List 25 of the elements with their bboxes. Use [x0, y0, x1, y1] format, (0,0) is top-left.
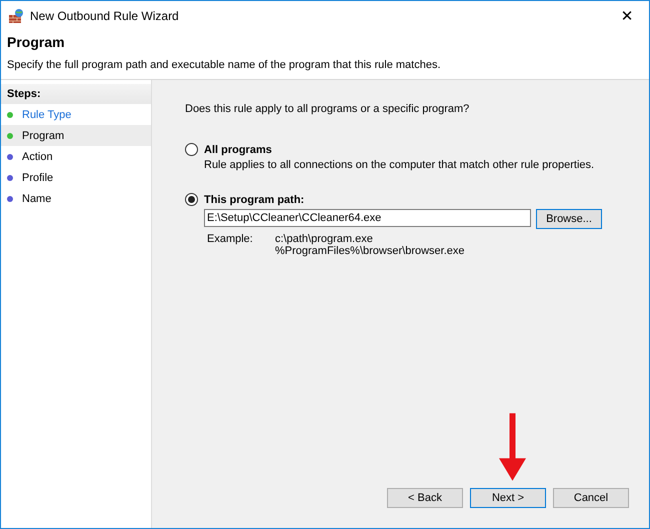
wizard-button[interactable]: Next > — [470, 488, 546, 508]
browse-button[interactable]: Browse... — [536, 209, 602, 229]
path-field[interactable]: E:\Setup\CCleaner\CCleaner64.exe — [204, 209, 531, 227]
example-path: c:\path\program.exe — [275, 233, 374, 245]
firewall-icon — [8, 8, 24, 24]
page-title: Program — [7, 34, 66, 50]
example-path: %ProgramFiles%\browser\browser.exe — [275, 245, 465, 257]
step-item[interactable]: Name — [1, 188, 151, 209]
step-item[interactable]: Rule Type — [1, 104, 151, 125]
question-text: Does this rule apply to all programs or a specific program? — [185, 103, 470, 115]
wizard-button[interactable]: < Back — [387, 488, 463, 508]
radio-button[interactable] — [185, 193, 198, 206]
option-label[interactable]: All programs — [204, 144, 272, 156]
example-label: Example: — [207, 233, 254, 247]
option-description: Rule applies to all connections on the computer that match other rule properties. — [204, 159, 596, 171]
wizard-button[interactable]: Cancel — [553, 488, 629, 508]
step-item[interactable]: Profile — [1, 167, 151, 188]
page-description: Specify the full program path and executable name of the program that this rule matches. — [7, 59, 442, 71]
option-label[interactable]: This program path: — [204, 194, 304, 206]
steps-heading: Steps: — [7, 88, 41, 100]
step-item[interactable]: Program — [1, 125, 151, 146]
window-title: New Outbound Rule Wizard — [30, 8, 179, 22]
step-item[interactable]: Action — [1, 146, 151, 167]
close-button[interactable]: ✕ — [605, 1, 649, 30]
radio-button[interactable] — [185, 143, 198, 156]
